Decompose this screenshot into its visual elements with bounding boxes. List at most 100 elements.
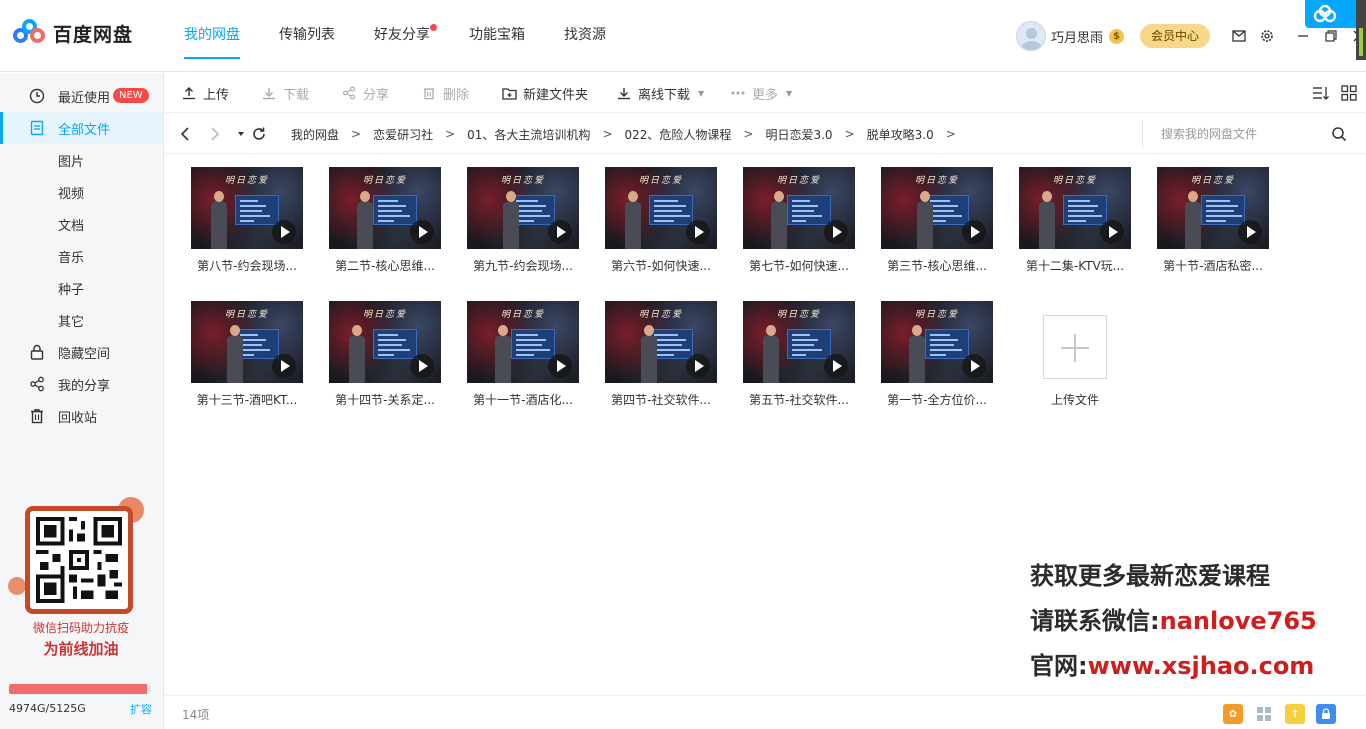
new-folder-button[interactable]: 新建文件夹 — [501, 73, 588, 113]
user-info[interactable]: 巧月思雨 $ — [1016, 21, 1125, 51]
search-box — [1142, 120, 1352, 148]
upload-button[interactable]: 上传 — [181, 73, 229, 113]
forward-arrow-icon[interactable] — [205, 125, 223, 143]
chevron-down-icon[interactable]: ▼ — [786, 89, 792, 98]
chevron-down-icon[interactable]: ▼ — [698, 89, 704, 98]
video-thumbnail: 明日恋爱 — [329, 301, 441, 383]
breadcrumb-item[interactable]: 脱单攻略3.0 — [867, 126, 934, 143]
breadcrumb-item[interactable]: 022、危险人物课程 — [625, 126, 732, 143]
thumbnail-banner: 明日恋爱 — [914, 176, 959, 186]
file-item[interactable]: 明日恋爱 第十四节-关系定... — [323, 289, 447, 413]
tab-my-disk[interactable]: 我的网盘 — [170, 0, 254, 72]
member-center-button[interactable]: 会员中心 — [1140, 24, 1210, 48]
decoration — [8, 577, 26, 595]
file-item[interactable]: 明日恋爱 第五节-社交软件... — [737, 289, 861, 413]
thumbnail-banner: 明日恋爱 — [1190, 176, 1235, 186]
app-name: 百度网盘 — [53, 23, 134, 46]
play-icon[interactable] — [1100, 220, 1124, 244]
sidebar-item-other[interactable]: 其它 — [0, 304, 163, 336]
breadcrumb-item[interactable]: 我的网盘 — [291, 126, 339, 143]
sidebar-item-hidden-space[interactable]: 隐藏空间 — [0, 336, 163, 368]
file-item[interactable]: 明日恋爱 第二节-核心思维... — [323, 155, 447, 279]
tab-toolbox[interactable]: 功能宝箱 — [455, 0, 539, 72]
history-dropdown-icon[interactable] — [232, 125, 250, 143]
file-item[interactable]: 明日恋爱 第一节-全方位价... — [875, 289, 999, 413]
grid-view-icon[interactable] — [1341, 85, 1357, 101]
file-item[interactable]: 明日恋爱 第四节-社交软件... — [599, 289, 723, 413]
search-icon[interactable] — [1331, 126, 1347, 142]
search-input[interactable] — [1161, 124, 1321, 144]
play-icon[interactable] — [824, 220, 848, 244]
app-logo[interactable]: 百度网盘 — [13, 19, 133, 47]
settings-icon[interactable] — [1256, 25, 1278, 47]
play-icon[interactable] — [272, 220, 296, 244]
sidebar-item-videos[interactable]: 视频 — [0, 176, 163, 208]
sidebar-item-recycle-bin[interactable]: 回收站 — [0, 400, 163, 432]
medal-icon[interactable]: ✿ — [1223, 704, 1243, 724]
file-item[interactable]: 明日恋爱 第十一节-酒店化... — [461, 289, 585, 413]
play-icon[interactable] — [272, 354, 296, 378]
file-name: 第三节-核心思维... — [887, 259, 987, 273]
play-icon[interactable] — [548, 220, 572, 244]
breadcrumb-item[interactable]: 01、各大主流培训机构 — [467, 126, 590, 143]
sidebar-item-images[interactable]: 图片 — [0, 144, 163, 176]
play-icon[interactable] — [410, 220, 434, 244]
upload-file-tile[interactable]: 上传文件 — [1013, 301, 1137, 425]
sort-icon[interactable] — [1312, 85, 1330, 101]
play-icon[interactable] — [548, 354, 572, 378]
file-item[interactable]: 明日恋爱 第三节-核心思维... — [875, 155, 999, 279]
download-button[interactable]: 下载 — [261, 73, 309, 113]
thumbnail-banner: 明日恋爱 — [776, 176, 821, 186]
tab-friend-share[interactable]: 好友分享 — [360, 0, 444, 72]
tab-transfer-list[interactable]: 传输列表 — [265, 0, 349, 72]
play-icon[interactable] — [962, 354, 986, 378]
more-button[interactable]: 更多 ▼ — [730, 73, 792, 113]
file-item[interactable]: 明日恋爱 第八节-约会现场... — [185, 155, 309, 279]
sidebar-item-all-files[interactable]: 全部文件 — [0, 112, 163, 144]
back-arrow-icon[interactable] — [177, 125, 195, 143]
apps-icon[interactable] — [1254, 704, 1274, 724]
minimize-icon[interactable] — [1292, 25, 1314, 47]
play-icon[interactable] — [686, 220, 710, 244]
tab-find-resources[interactable]: 找资源 — [550, 0, 620, 72]
delete-button[interactable]: 删除 — [421, 73, 469, 113]
thumbnail-banner: 明日恋爱 — [362, 176, 407, 186]
play-icon[interactable] — [410, 354, 434, 378]
breadcrumb-item[interactable]: 明日恋爱3.0 — [765, 126, 832, 143]
presenter — [909, 325, 925, 383]
file-item[interactable]: 明日恋爱 第十三节-酒吧KT... — [185, 289, 309, 413]
refresh-icon[interactable] — [250, 125, 268, 143]
sidebar-item-recent[interactable]: 最近使用 NEW — [0, 80, 163, 112]
sidebar-item-music[interactable]: 音乐 — [0, 240, 163, 272]
file-item[interactable]: 明日恋爱 第九节-约会现场... — [461, 155, 585, 279]
cloud-icon — [1313, 5, 1337, 23]
file-item[interactable]: 明日恋爱 第十节-酒店私密... — [1151, 155, 1275, 279]
share-button[interactable]: 分享 — [341, 73, 389, 113]
restore-icon[interactable] — [1320, 25, 1342, 47]
username[interactable]: 巧月思雨 — [1051, 27, 1103, 46]
sidebar-item-my-shares[interactable]: 我的分享 — [0, 368, 163, 400]
file-name: 第十节-酒店私密... — [1163, 259, 1263, 273]
file-name: 第十三节-酒吧KT... — [196, 393, 298, 407]
file-item[interactable]: 明日恋爱 第六节-如何快速... — [599, 155, 723, 279]
video-thumbnail: 明日恋爱 — [743, 167, 855, 249]
file-item[interactable]: 明日恋爱 第十二集-KTV玩... — [1013, 155, 1137, 279]
breadcrumb-item[interactable]: 恋爱研习社 — [373, 126, 433, 143]
breadcrumb-separator[interactable]: > — [946, 127, 956, 141]
expand-storage-link[interactable]: 扩容 — [130, 701, 152, 717]
toolbar: 上传 下载 分享 删除 新建文件夹 离线下载 ▼ 更多 ▼ — [165, 73, 1366, 113]
lock-icon[interactable] — [1316, 704, 1336, 724]
offline-download-button[interactable]: 离线下载 ▼ — [616, 73, 704, 113]
promo-banner[interactable]: 微信扫码助力抗疫 为前线加油 — [8, 497, 156, 671]
avatar[interactable] — [1016, 21, 1046, 51]
sidebar-item-torrents[interactable]: 种子 — [0, 272, 163, 304]
file-item[interactable]: 明日恋爱 第七节-如何快速... — [737, 155, 861, 279]
play-icon[interactable] — [1238, 220, 1262, 244]
upload-icon[interactable]: ↑ — [1285, 704, 1305, 724]
play-icon[interactable] — [824, 354, 848, 378]
sidebar-item-documents[interactable]: 文档 — [0, 208, 163, 240]
play-icon[interactable] — [962, 220, 986, 244]
play-icon[interactable] — [686, 354, 710, 378]
sidebar-item-label: 其它 — [58, 315, 85, 330]
mail-icon[interactable] — [1228, 25, 1250, 47]
